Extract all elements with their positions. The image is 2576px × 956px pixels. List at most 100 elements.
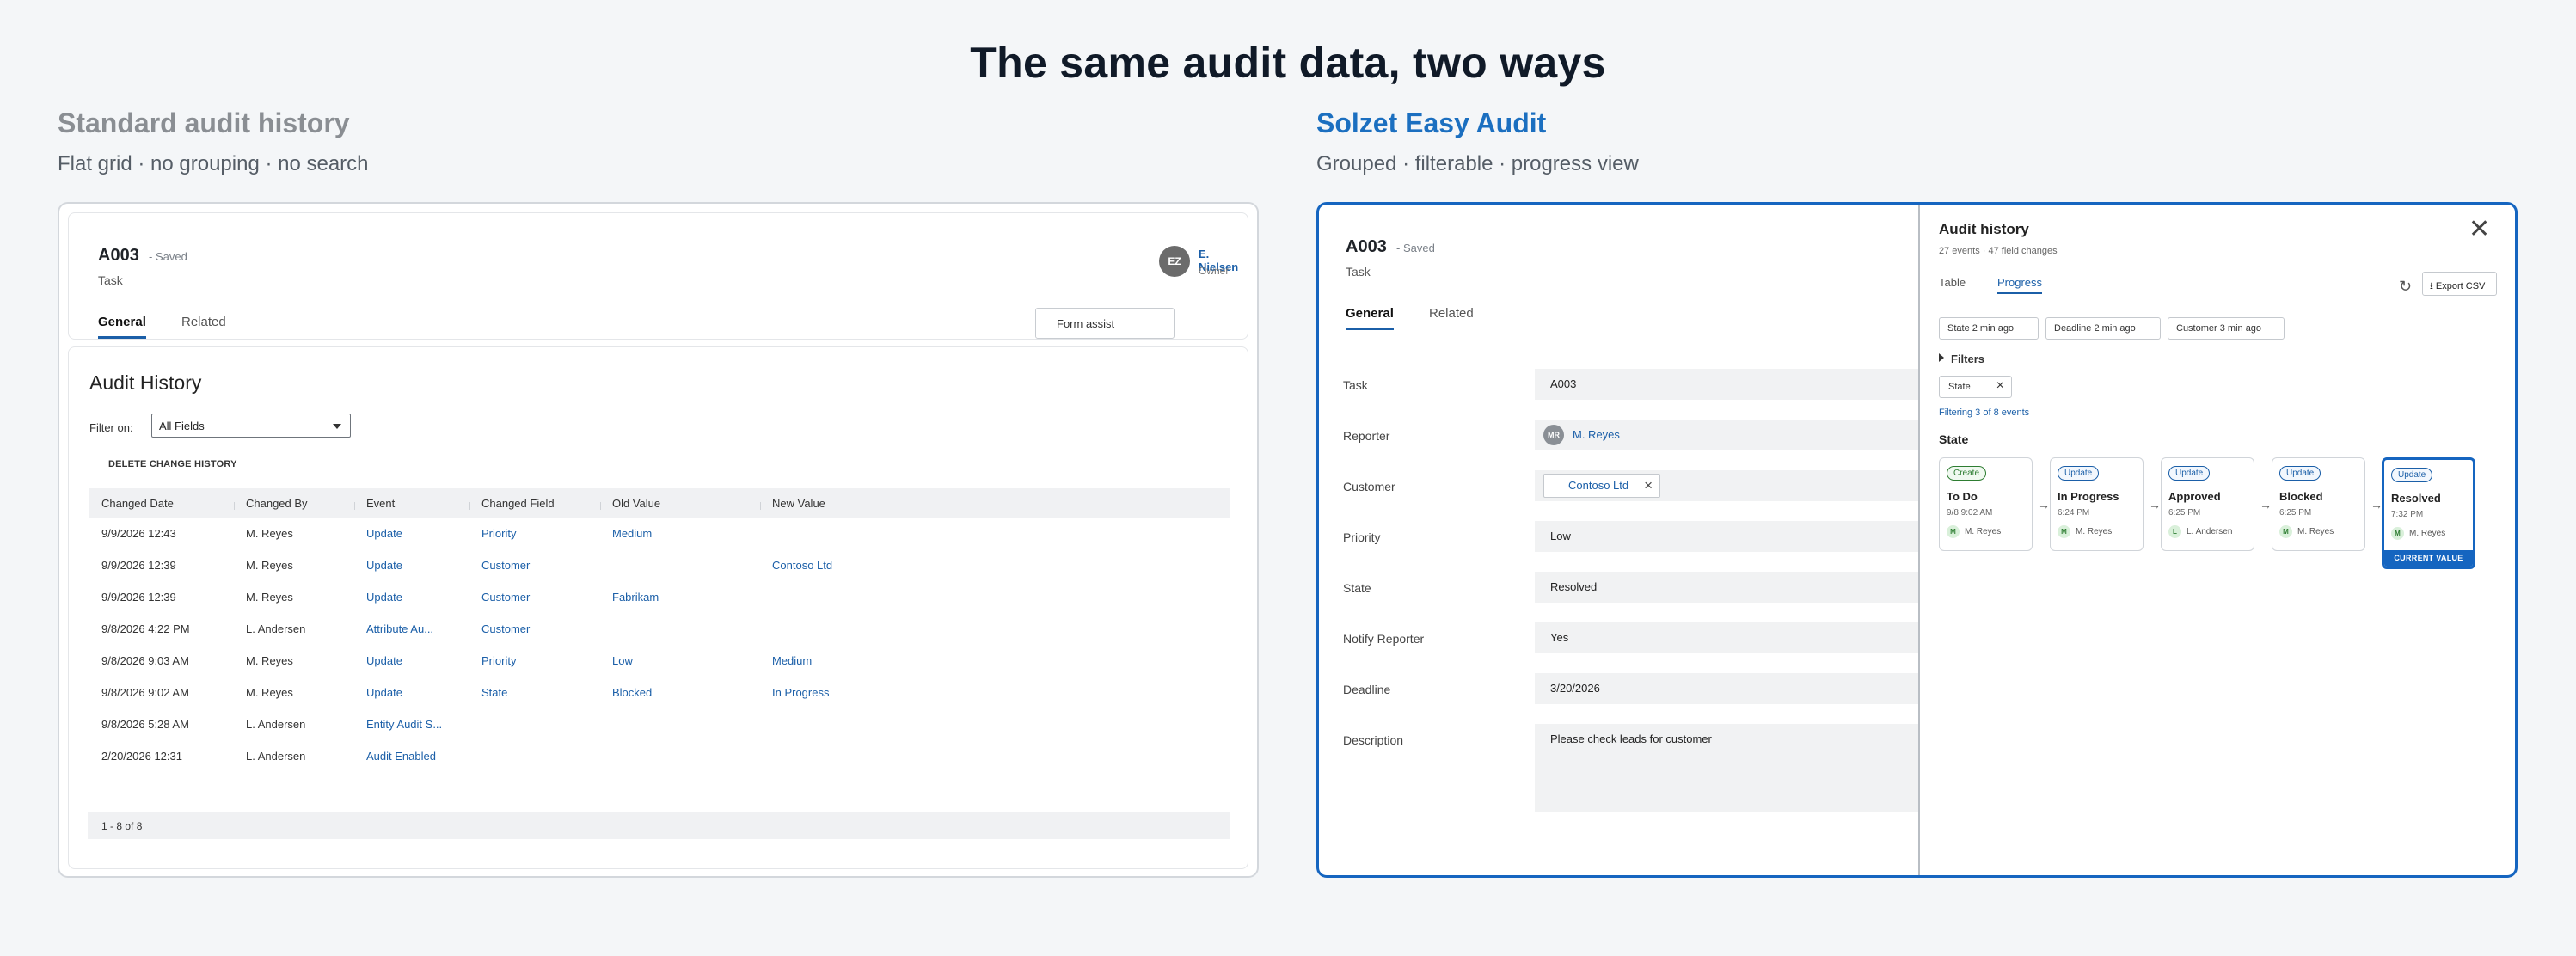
- table-row[interactable]: 9/8/2026 5:28 AM L. Andersen Entity Audi…: [89, 708, 1230, 740]
- column-header[interactable]: Event: [354, 497, 469, 510]
- progress-step-to-do[interactable]: Create To Do 9/8 9:02 AM M M. Reyes: [1939, 457, 2033, 551]
- task-field[interactable]: A003: [1535, 369, 1918, 400]
- state-filter-label: State: [1948, 382, 1971, 392]
- state-field[interactable]: Resolved: [1535, 572, 1918, 603]
- cell-changed-field[interactable]: Priority: [469, 654, 600, 667]
- cell-event[interactable]: Attribute Au...: [354, 622, 469, 635]
- tab-table[interactable]: Table: [1939, 276, 1966, 292]
- state-filter-chip[interactable]: State ×: [1939, 376, 2012, 398]
- filters-toggle[interactable]: Filters: [1939, 352, 1984, 365]
- progress-step-blocked[interactable]: Update Blocked 6:25 PM M M. Reyes: [2272, 457, 2365, 551]
- table-row[interactable]: 9/8/2026 9:03 AM M. Reyes Update Priorit…: [89, 645, 1230, 677]
- cell-old-value[interactable]: Blocked: [600, 686, 760, 699]
- page-title: The same audit data, two ways: [970, 39, 1606, 87]
- remove-customer-icon[interactable]: ×: [1644, 477, 1653, 494]
- cell-changed-field[interactable]: State: [469, 686, 600, 699]
- customer-field[interactable]: Contoso Ltd ×: [1535, 470, 1918, 501]
- step-value: Resolved: [2391, 492, 2441, 505]
- step-value: Approved: [2168, 490, 2221, 503]
- refresh-icon[interactable]: ↻: [2399, 278, 2412, 296]
- field-label-state: State: [1343, 581, 1371, 595]
- table-row[interactable]: 9/8/2026 4:22 PM L. Andersen Attribute A…: [89, 613, 1230, 645]
- cell-changed-by: L. Andersen: [246, 718, 306, 731]
- step-user: L. Andersen: [2187, 527, 2233, 536]
- event-badge: Update: [2279, 466, 2321, 481]
- step-user: M. Reyes: [2409, 529, 2446, 538]
- priority-field[interactable]: Low: [1535, 521, 1918, 552]
- filter-label: Filter on:: [89, 421, 133, 434]
- event-badge: Update: [2168, 466, 2211, 481]
- table-row[interactable]: 9/9/2026 12:43 M. Reyes Update Priority …: [89, 518, 1230, 549]
- cell-event[interactable]: Update: [354, 527, 469, 540]
- record-id: A003: [1346, 237, 1387, 256]
- column-header[interactable]: Changed Field: [469, 497, 600, 510]
- cell-changed-date: 9/9/2026 12:39: [101, 559, 176, 572]
- column-header[interactable]: Changed Date: [89, 497, 234, 510]
- cell-changed-by: M. Reyes: [246, 559, 293, 572]
- cell-event[interactable]: Audit Enabled: [354, 750, 469, 763]
- tab-progress[interactable]: Progress: [1997, 276, 2043, 294]
- tab-general[interactable]: General: [98, 315, 146, 339]
- tab-related[interactable]: Related: [181, 315, 226, 336]
- deadline-field[interactable]: 3/20/2026: [1535, 673, 1918, 704]
- cell-changed-date: 9/8/2026 9:02 AM: [101, 686, 189, 699]
- recent-change-chip[interactable]: Deadline 2 min ago: [2045, 317, 2161, 340]
- progress-step-approved[interactable]: Update Approved 6:25 PM L L. Andersen: [2161, 457, 2254, 551]
- cell-event[interactable]: Update: [354, 559, 469, 572]
- cell-new-value[interactable]: In Progress: [760, 686, 1230, 699]
- reporter-field[interactable]: MR M. Reyes: [1535, 420, 1918, 450]
- column-header[interactable]: Old Value: [600, 497, 760, 510]
- standard-audit-panel: A003 - Saved Task General Related EZ E. …: [58, 202, 1259, 878]
- filter-select[interactable]: All Fields: [151, 414, 351, 438]
- cell-new-value[interactable]: Contoso Ltd: [760, 559, 1230, 572]
- export-csv-button[interactable]: ⭳ Export CSV: [2422, 272, 2497, 296]
- remove-filter-icon[interactable]: ×: [1996, 378, 2004, 394]
- table-row[interactable]: 9/8/2026 9:02 AM M. Reyes Update State B…: [89, 677, 1230, 708]
- cell-event[interactable]: Entity Audit S...: [354, 718, 469, 731]
- step-time: 7:32 PM: [2391, 510, 2424, 519]
- table-row[interactable]: 2/20/2026 12:31 L. Andersen Audit Enable…: [89, 740, 1230, 772]
- recent-change-chip[interactable]: State 2 min ago: [1939, 317, 2039, 340]
- customer-chip[interactable]: Contoso Ltd ×: [1543, 474, 1660, 498]
- cell-changed-field[interactable]: Customer: [469, 622, 600, 635]
- column-header[interactable]: Changed By: [234, 497, 354, 510]
- close-icon[interactable]: ✕: [2469, 217, 2490, 242]
- progress-step-resolved-current[interactable]: Update Resolved 7:32 PM M M. Reyes CURRE…: [2382, 457, 2475, 569]
- cell-old-value[interactable]: Medium: [600, 527, 760, 540]
- owner-role: Owner: [1199, 265, 1230, 277]
- cell-changed-field[interactable]: Customer: [469, 559, 600, 572]
- notify-reporter-field[interactable]: Yes: [1535, 622, 1918, 653]
- cell-changed-field[interactable]: Priority: [469, 527, 600, 540]
- step-value: In Progress: [2058, 490, 2119, 503]
- save-status: - Saved: [149, 250, 187, 263]
- progress-step-in-progress[interactable]: Update In Progress 6:24 PM M M. Reyes: [2050, 457, 2144, 551]
- cell-event[interactable]: Update: [354, 591, 469, 604]
- recent-change-chip[interactable]: Customer 3 min ago: [2168, 317, 2285, 340]
- form-assist-button[interactable]: Form assist: [1035, 308, 1175, 339]
- progress-section-title: State: [1939, 432, 1969, 446]
- step-value: Blocked: [2279, 490, 2323, 503]
- easy-audit-panel: A003 - Saved Task General Related Task A…: [1316, 202, 2518, 878]
- filters-label: Filters: [1951, 352, 1985, 365]
- field-label-description: Description: [1343, 733, 1404, 747]
- cell-old-value[interactable]: Low: [600, 654, 760, 667]
- owner-avatar[interactable]: EZ: [1159, 246, 1190, 277]
- cell-event[interactable]: Update: [354, 654, 469, 667]
- cell-new-value[interactable]: Medium: [760, 654, 1230, 667]
- delete-change-history-button[interactable]: DELETE CHANGE HISTORY: [108, 459, 237, 469]
- tab-general[interactable]: General: [1346, 306, 1394, 330]
- arrow-right-icon: →: [2038, 498, 2050, 512]
- field-label-task: Task: [1343, 378, 1368, 392]
- cell-event[interactable]: Update: [354, 686, 469, 699]
- cell-changed-date: 9/8/2026 5:28 AM: [101, 718, 189, 731]
- table-row[interactable]: 9/9/2026 12:39 M. Reyes Update Customer …: [89, 581, 1230, 613]
- reporter-link[interactable]: M. Reyes: [1573, 428, 1620, 441]
- column-header[interactable]: New Value: [760, 497, 1230, 510]
- table-row[interactable]: 9/9/2026 12:39 M. Reyes Update Customer …: [89, 549, 1230, 581]
- cell-changed-field[interactable]: Customer: [469, 591, 600, 604]
- record-type: Task: [98, 273, 123, 287]
- tab-related[interactable]: Related: [1429, 306, 1474, 328]
- cell-old-value[interactable]: Fabrikam: [600, 591, 760, 604]
- description-field[interactable]: Please check leads for customer: [1535, 724, 1918, 812]
- user-avatar: M: [2058, 525, 2070, 538]
